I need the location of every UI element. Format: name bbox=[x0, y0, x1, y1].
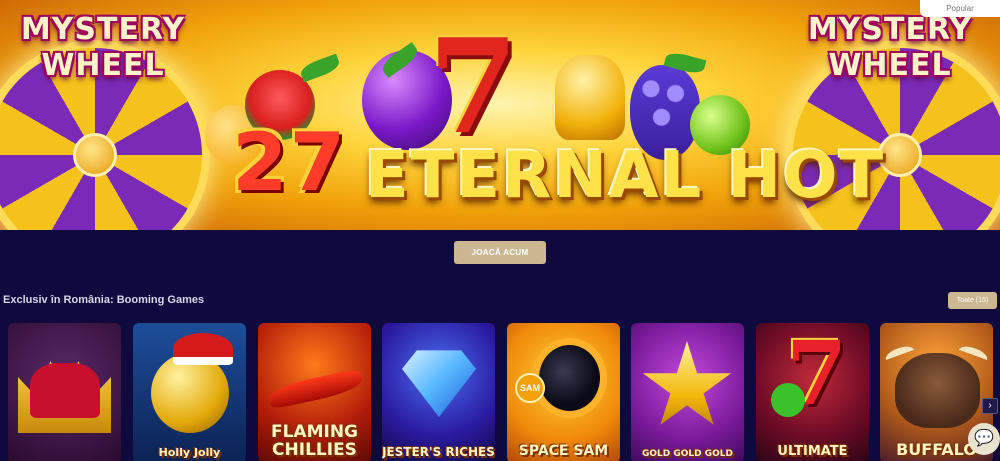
wheel-title-line2: WHEEL bbox=[828, 48, 952, 83]
view-all-button[interactable]: Toate (15) bbox=[948, 292, 997, 309]
lucky-seven-icon: 7 bbox=[428, 10, 519, 163]
wheel-title-line2: WHEEL bbox=[41, 48, 165, 83]
game-tile[interactable]: GOLD GOLD GOLD bbox=[631, 323, 744, 461]
game-badge: SAM bbox=[515, 373, 545, 403]
star-icon bbox=[642, 341, 732, 425]
games-carousel: Holly Jolly FLAMING CHILLIES JESTER'S RI… bbox=[0, 323, 1000, 461]
section-title: Exclusiv în România: Booming Games bbox=[3, 294, 205, 306]
space-helmet-icon bbox=[532, 338, 607, 418]
game-tile[interactable]: FLAMING CHILLIES bbox=[258, 323, 371, 461]
buffalo-icon bbox=[895, 353, 980, 428]
game-title: JESTER'S RICHES bbox=[382, 445, 495, 459]
clover-icon bbox=[771, 383, 805, 417]
mystery-wheel-title-left: MYSTERY WHEEL bbox=[0, 12, 218, 84]
promo-banner[interactable]: MYSTERY WHEEL MYSTERY WHEEL 7 27 ETERNAL… bbox=[0, 0, 1000, 230]
banner-title: ETERNAL HOT bbox=[365, 139, 886, 213]
banner-number: 27 bbox=[232, 116, 348, 209]
crown-velvet bbox=[30, 363, 100, 418]
game-title: FLAMING CHILLIES bbox=[270, 422, 359, 460]
mystery-wheel-title-right: MYSTERY WHEEL bbox=[775, 12, 1000, 84]
wheel-title-line1: MYSTERY bbox=[807, 12, 973, 47]
game-tile[interactable]: SAM SPACE SAM bbox=[507, 323, 620, 461]
popular-badge: Popular bbox=[920, 0, 1000, 17]
game-tile[interactable]: JESTER'S RICHES bbox=[382, 323, 495, 461]
piggy-bank-icon bbox=[151, 353, 229, 433]
leaf-icon bbox=[298, 53, 342, 83]
santa-hat-icon bbox=[173, 333, 233, 365]
chat-bubble-icon[interactable]: 💬 bbox=[968, 423, 1000, 455]
game-title: Holly Jolly bbox=[158, 446, 221, 459]
chili-pepper-icon bbox=[266, 368, 365, 410]
wheel-title-line1: MYSTERY bbox=[20, 12, 186, 47]
game-title: ULTIMATE bbox=[777, 444, 848, 459]
bell-icon bbox=[555, 55, 625, 140]
play-now-button[interactable]: JOACĂ ACUM bbox=[454, 241, 546, 264]
game-tile[interactable] bbox=[8, 323, 121, 461]
page: MYSTERY WHEEL MYSTERY WHEEL 7 27 ETERNAL… bbox=[0, 0, 1000, 461]
carousel-next-arrow-icon[interactable]: › bbox=[982, 398, 998, 414]
game-tile[interactable]: Holly Jolly bbox=[133, 323, 246, 461]
game-tile[interactable]: 7 ULTIMATE bbox=[756, 323, 869, 461]
game-title: GOLD GOLD GOLD bbox=[642, 449, 733, 459]
game-title: SPACE SAM bbox=[518, 443, 609, 459]
diamond-icon bbox=[402, 350, 476, 417]
wheel-hub bbox=[73, 133, 117, 177]
